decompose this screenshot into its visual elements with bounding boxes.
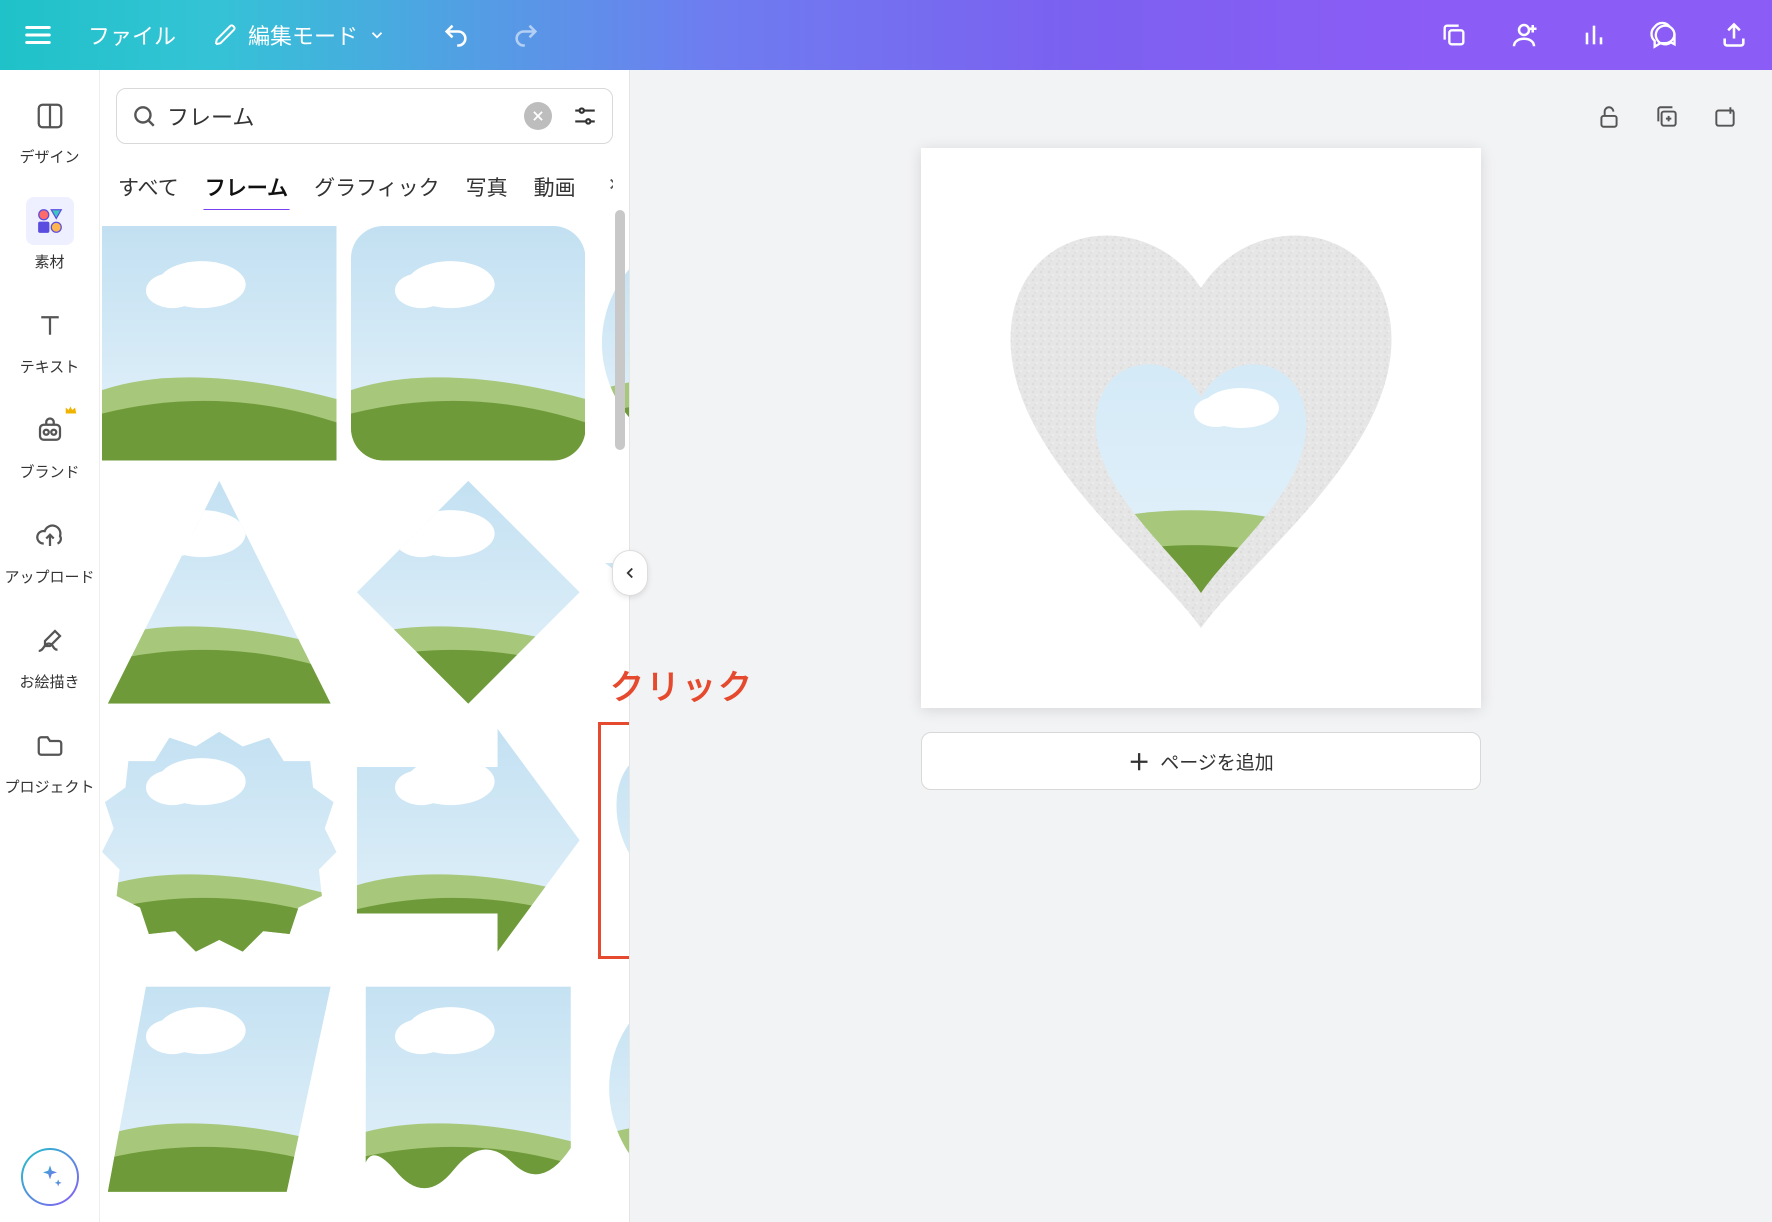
frame-rounded-square[interactable] — [351, 226, 586, 461]
plus-icon: ＋ — [1128, 745, 1150, 777]
add-page-button[interactable]: ＋ ページを追加 — [921, 732, 1481, 790]
analytics-button[interactable] — [1572, 13, 1616, 57]
sidebar-item-projects[interactable]: プロジェクト — [0, 718, 99, 801]
frame-diamond[interactable] — [351, 475, 586, 710]
redo-button[interactable] — [504, 13, 548, 57]
ai-magic-button[interactable] — [21, 1148, 79, 1206]
add-page-icon-button[interactable] — [1708, 100, 1742, 134]
frame-arrow-right[interactable] — [351, 723, 586, 958]
sidebar-item-label: お絵描き — [19, 671, 79, 692]
search-box — [116, 88, 613, 144]
undo-button[interactable] — [434, 13, 478, 57]
comment-icon — [1650, 21, 1678, 49]
frame-thumbnail-icon — [351, 226, 586, 461]
redo-icon — [512, 21, 540, 49]
tab-all[interactable]: すべて — [116, 164, 181, 210]
add-page-label: ページを追加 — [1160, 748, 1274, 775]
brand-icon — [35, 416, 65, 446]
frame-square[interactable] — [102, 226, 337, 461]
canvas-area: ＋ ページを追加 — [630, 70, 1772, 1222]
frame-thumbnail-icon — [102, 226, 337, 461]
sidebar-item-label: プロジェクト — [4, 776, 94, 797]
heart-frame-icon — [951, 198, 1451, 658]
share-button[interactable] — [1712, 13, 1756, 57]
collapse-panel-button[interactable] — [612, 550, 648, 596]
filter-button[interactable] — [568, 99, 602, 133]
sidebar-item-label: デザイン — [19, 146, 79, 167]
edit-mode-selector[interactable]: 編集モード — [204, 13, 396, 57]
sparkle-icon — [36, 1163, 64, 1191]
pencil-icon — [214, 23, 238, 47]
clear-search-button[interactable] — [524, 102, 552, 130]
search-input[interactable] — [167, 103, 514, 129]
frame-wavy-rect[interactable] — [351, 972, 586, 1207]
close-icon — [531, 109, 545, 123]
text-icon — [35, 311, 65, 341]
frame-thumbnail-icon — [351, 475, 586, 710]
sidebar-item-design[interactable]: デザイン — [0, 88, 99, 171]
tab-photos[interactable]: 写真 — [464, 164, 510, 210]
panel-scrollbar[interactable] — [613, 210, 627, 1212]
frames-grid — [100, 226, 629, 1222]
folder-icon — [35, 731, 65, 761]
chevron-down-icon — [368, 26, 386, 44]
undo-icon — [442, 21, 470, 49]
sliders-icon — [572, 103, 598, 129]
left-sidebar: デザイン 素材 テキスト ブランド アップロード お絵描き プロジェクト — [0, 70, 100, 1222]
sidebar-item-label: ブランド — [19, 461, 79, 482]
file-menu[interactable]: ファイル — [78, 13, 186, 57]
sidebar-item-elements[interactable]: 素材 — [0, 193, 99, 276]
sidebar-item-uploads[interactable]: アップロード — [0, 508, 99, 591]
copy-icon — [1440, 21, 1468, 49]
tab-frames[interactable]: フレーム — [203, 164, 290, 210]
sidebar-item-draw[interactable]: お絵描き — [0, 613, 99, 696]
frame-thumbnail-icon — [102, 723, 337, 958]
search-icon — [131, 103, 157, 129]
frame-thumbnail-icon — [351, 723, 586, 958]
upload-icon — [1720, 21, 1748, 49]
tab-graphics[interactable]: グラフィック — [312, 164, 442, 210]
category-tabs: すべて フレーム グラフィック 写真 動画 — [116, 164, 613, 210]
lock-button[interactable] — [1592, 100, 1626, 134]
canvas-page[interactable] — [921, 148, 1481, 708]
sidebar-item-brand[interactable]: ブランド — [0, 403, 99, 486]
scrollbar-thumb[interactable] — [615, 210, 625, 450]
duplicate-page-button[interactable] — [1650, 100, 1684, 134]
bar-chart-icon — [1580, 21, 1608, 49]
sidebar-item-label: テキスト — [20, 356, 80, 377]
elements-panel: すべて フレーム グラフィック 写真 動画 — [100, 70, 630, 1222]
unlock-icon — [1596, 104, 1622, 130]
frame-thumbnail-icon — [102, 475, 337, 710]
frame-parallelogram[interactable] — [102, 972, 337, 1207]
chevron-left-icon — [621, 564, 639, 582]
tab-videos[interactable]: 動画 — [532, 164, 578, 210]
comment-button[interactable] — [1642, 13, 1686, 57]
invite-button[interactable] — [1502, 13, 1546, 57]
design-icon — [35, 101, 65, 131]
frame-badge[interactable] — [102, 723, 337, 958]
canvas-heart-frame[interactable] — [951, 198, 1451, 658]
duplicate-icon — [1654, 104, 1680, 130]
canvas-toolbar — [1592, 100, 1742, 134]
frame-triangle[interactable] — [102, 475, 337, 710]
sidebar-item-label: アップロード — [4, 566, 94, 587]
tabs-scroll-right[interactable] — [600, 175, 613, 199]
menu-button[interactable] — [16, 13, 60, 57]
menu-icon — [23, 20, 53, 50]
add-user-icon — [1509, 20, 1539, 50]
copy-design-button[interactable] — [1432, 13, 1476, 57]
sidebar-item-label: 素材 — [34, 251, 64, 272]
sidebar-item-text[interactable]: テキスト — [0, 298, 99, 381]
elements-icon — [35, 206, 65, 236]
frame-thumbnail-icon — [102, 972, 337, 1207]
app-header: ファイル 編集モード — [0, 0, 1772, 70]
cloud-upload-icon — [35, 521, 65, 551]
chevron-right-icon — [604, 175, 613, 193]
add-page-icon — [1712, 104, 1738, 130]
edit-mode-label: 編集モード — [248, 19, 358, 51]
draw-icon — [35, 626, 65, 656]
crown-icon — [64, 403, 78, 417]
frame-thumbnail-icon — [351, 972, 586, 1207]
